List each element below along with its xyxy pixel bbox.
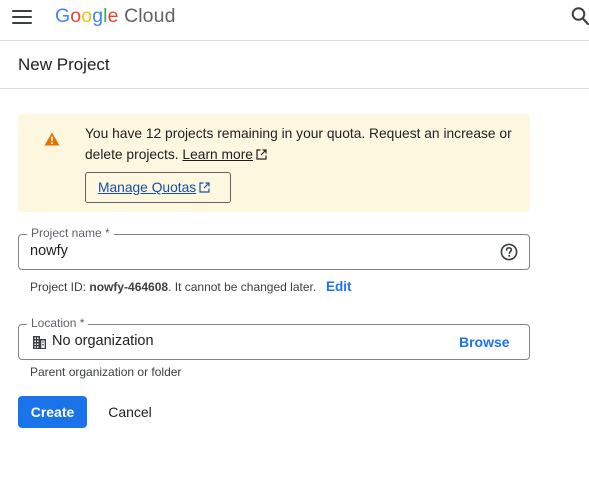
logo-letter: G [55, 5, 71, 27]
project-id-value: nowfy-464608 [89, 280, 169, 294]
location-helper-text: Parent organization or folder [30, 365, 182, 379]
project-name-input[interactable]: nowfy [30, 243, 68, 259]
location-label: Location * [27, 316, 89, 330]
logo-cloud-text: Cloud [124, 5, 176, 27]
location-value: No organization [52, 333, 154, 349]
logo-letter: o [81, 5, 93, 27]
logo-letter: o [70, 5, 82, 27]
learn-more-link[interactable]: Learn more [182, 147, 253, 162]
create-button[interactable]: Create [18, 396, 87, 428]
page-header: New Project [0, 41, 589, 89]
edit-project-id-button[interactable]: Edit [326, 279, 352, 294]
project-id-suffix: . It cannot be changed later. [168, 280, 317, 294]
location-field[interactable]: Location * No organization Browse [18, 316, 530, 360]
external-link-icon [256, 149, 267, 160]
quota-message-block: You have 12 projects remaining in your q… [85, 123, 520, 165]
manage-quotas-label: Manage Quotas [98, 180, 197, 195]
project-id-info: Project ID: nowfy-464608. It cannot be c… [30, 280, 316, 294]
browse-button[interactable]: Browse [459, 334, 510, 350]
building-icon [33, 336, 46, 349]
google-cloud-logo[interactable]: Google Cloud [55, 5, 176, 28]
external-link-icon [199, 182, 210, 193]
project-name-label: Project name * [27, 226, 114, 240]
quota-message: You have 12 projects remaining in your q… [85, 126, 512, 162]
quota-notice: You have 12 projects remaining in your q… [18, 114, 530, 212]
manage-quotas-button[interactable]: Manage Quotas [85, 172, 231, 203]
logo-letter: e [107, 5, 119, 27]
cancel-button[interactable]: Cancel [92, 396, 168, 428]
top-bar: Google Cloud [0, 0, 589, 41]
help-icon[interactable] [500, 243, 518, 261]
hamburger-menu-icon[interactable] [12, 10, 32, 24]
warning-icon [44, 132, 60, 146]
project-name-field[interactable]: Project name * nowfy [18, 226, 530, 270]
logo-letter: g [92, 5, 104, 27]
page-title: New Project [18, 55, 110, 74]
project-id-prefix: Project ID: [30, 280, 90, 294]
search-icon[interactable] [571, 6, 589, 26]
